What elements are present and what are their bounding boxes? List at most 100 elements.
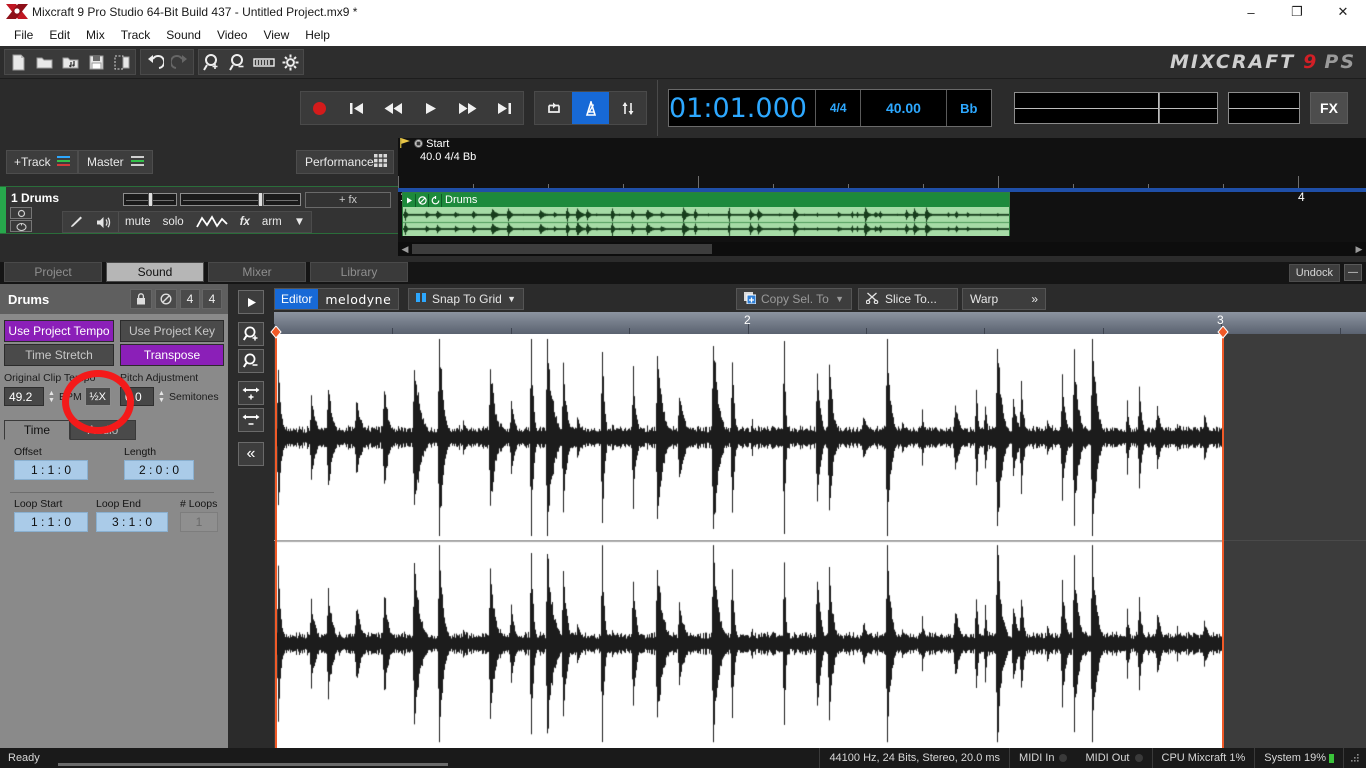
resize-grip-icon[interactable] [1343, 748, 1366, 768]
track-solo-button[interactable]: solo [157, 212, 190, 232]
performance-panel-button[interactable]: Performance [296, 150, 394, 174]
track-monitor-icon[interactable] [10, 207, 32, 219]
redo-icon[interactable] [167, 50, 193, 74]
go-to-start-button[interactable] [338, 92, 375, 124]
tab-mixer[interactable]: Mixer [208, 262, 306, 282]
zoom-in-button[interactable] [238, 322, 264, 346]
collapse-panel-button[interactable]: « [238, 442, 264, 466]
save-icon[interactable] [83, 50, 109, 74]
menu-edit[interactable]: Edit [41, 26, 78, 44]
new-file-icon[interactable] [5, 50, 31, 74]
more-options-icon[interactable]: » [1031, 292, 1038, 306]
menu-file[interactable]: File [6, 26, 41, 44]
loop-start-field[interactable]: 1 : 1 : 0 [14, 512, 88, 532]
clip-expand-icon[interactable] [403, 193, 416, 207]
menu-track[interactable]: Track [113, 26, 159, 44]
metronome-button[interactable] [572, 92, 609, 124]
midi-icon[interactable] [251, 50, 277, 74]
waveform-editor[interactable]: 2 3 [270, 312, 1366, 748]
track-pan-slider[interactable] [123, 193, 177, 206]
project-key[interactable]: Bb [945, 90, 992, 126]
tempo-value[interactable]: 40.00 [860, 90, 945, 126]
menu-help[interactable]: Help [297, 26, 338, 44]
track-mute-button[interactable]: mute [119, 212, 157, 232]
clip-header[interactable]: Drums [403, 193, 1009, 207]
transpose-button[interactable]: Transpose [120, 344, 224, 366]
timeline-area[interactable]: Start 40.0 4/4 Bb 1 2 3 4 Drums [398, 138, 1366, 248]
loop-end-marker[interactable] [1222, 334, 1224, 748]
track-fx-button[interactable]: fx [234, 212, 256, 232]
zoom-out-icon[interactable] [225, 50, 251, 74]
rewind-button[interactable] [375, 92, 412, 124]
horizontal-zoom-in-button[interactable] [238, 381, 264, 405]
fast-forward-button[interactable] [449, 92, 486, 124]
gear-icon[interactable] [277, 50, 303, 74]
tab-library[interactable]: Library [310, 262, 408, 282]
timeline-horizontal-scrollbar[interactable]: ◀ ▶ [398, 242, 1366, 256]
master-fx-button[interactable]: FX [1310, 92, 1348, 124]
pitch-adjustment-field[interactable]: 0.0 [120, 387, 154, 406]
open-folder-icon[interactable] [31, 50, 57, 74]
menu-mix[interactable]: Mix [78, 26, 113, 44]
timeline-marker[interactable]: Start [400, 138, 449, 150]
undock-button[interactable]: Undock [1288, 264, 1340, 282]
loop-start-marker[interactable] [275, 334, 277, 748]
menu-sound[interactable]: Sound [158, 26, 209, 44]
offset-field[interactable]: 1 : 1 : 0 [14, 460, 88, 480]
half-tempo-button[interactable]: ½X [84, 387, 111, 406]
track-pencil-icon[interactable] [63, 212, 90, 232]
audio-clip-drums[interactable]: Drums [402, 192, 1010, 236]
menu-view[interactable]: View [255, 26, 297, 44]
subtab-audio[interactable]: Audio [70, 420, 136, 440]
time-display[interactable]: 01:01.000 4/4 40.00 Bb [668, 89, 992, 127]
waveform-display[interactable] [275, 334, 1222, 748]
open-audio-icon[interactable] [57, 50, 83, 74]
scroll-right-arrow-icon[interactable]: ▶ [1352, 244, 1366, 255]
zoom-in-icon[interactable] [199, 50, 225, 74]
track-chevron-down-icon[interactable]: ▼ [288, 212, 311, 232]
menu-video[interactable]: Video [209, 26, 255, 44]
loop-end-handle-icon[interactable] [1217, 325, 1229, 339]
sound-panel-clip-name[interactable]: Drums [8, 292, 130, 307]
tempo-spinner[interactable]: ▲ ▼ [47, 387, 56, 406]
play-selection-button[interactable] [238, 290, 264, 314]
track-arm-button[interactable]: arm [256, 212, 288, 232]
melodyne-tab-button[interactable]: melodyne [318, 292, 398, 307]
scrollbar-thumb[interactable] [412, 244, 712, 254]
track-speaker-icon[interactable] [90, 212, 118, 232]
time-signature[interactable]: 4/4 [814, 90, 861, 126]
track-add-fx-button[interactable]: + fx [305, 192, 391, 208]
horizontal-zoom-out-button[interactable] [238, 408, 264, 432]
maximize-button[interactable]: ❐ [1274, 0, 1320, 24]
use-project-key-button[interactable]: Use Project Key [120, 320, 224, 342]
clip-beats-numerator[interactable]: 4 [180, 289, 200, 309]
record-button[interactable] [301, 92, 338, 124]
tab-project[interactable]: Project [4, 262, 102, 282]
add-track-button[interactable]: +Track [6, 150, 78, 174]
clip-mute-icon[interactable] [416, 193, 429, 207]
clip-loop-icon[interactable] [429, 193, 442, 207]
track-automation-icon[interactable] [190, 212, 234, 232]
num-loops-field[interactable]: 1 [180, 512, 218, 532]
panel-minimize-button[interactable]: — [1344, 264, 1362, 281]
transport-up-down-button[interactable] [609, 92, 646, 124]
zoom-out-button[interactable] [238, 349, 264, 373]
editor-tab-button[interactable]: Editor [275, 289, 319, 309]
waveform-canvas-area[interactable] [274, 334, 1366, 748]
loop-button[interactable] [535, 92, 572, 124]
slice-to-button[interactable]: Slice To... [858, 288, 958, 310]
track-volume-slider[interactable] [180, 193, 264, 206]
minimize-button[interactable]: – [1228, 0, 1274, 24]
length-field[interactable]: 2 : 0 : 0 [124, 460, 194, 480]
timeline-ruler[interactable]: 1 2 3 4 [398, 166, 1366, 204]
play-button[interactable] [412, 92, 449, 124]
scroll-left-arrow-icon[interactable]: ◀ [398, 244, 412, 255]
editor-ruler[interactable]: 2 3 [274, 312, 1366, 334]
copy-sel-to-dropdown[interactable]: Copy Sel. To ▼ [736, 288, 852, 310]
track-instrument-icon[interactable] [10, 220, 32, 232]
close-button[interactable]: ✕ [1320, 0, 1366, 24]
pitch-spinner[interactable]: ▲ ▼ [157, 387, 166, 406]
warp-button[interactable]: Warp » [962, 288, 1046, 310]
no-entry-icon[interactable] [155, 289, 177, 309]
lock-icon[interactable] [130, 289, 152, 309]
